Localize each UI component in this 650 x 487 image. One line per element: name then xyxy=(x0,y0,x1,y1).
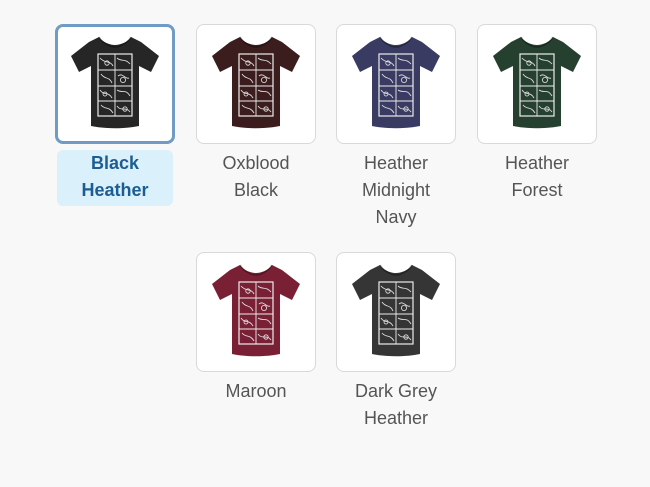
swatch-thumbnail[interactable] xyxy=(196,252,316,372)
swatch-black-heather[interactable]: Black Heather xyxy=(55,24,175,206)
swatch-thumbnail[interactable] xyxy=(196,24,316,144)
swatch-label: Maroon xyxy=(225,381,287,401)
tshirt-image xyxy=(197,256,315,368)
swatch-label: Heather Midnight Navy xyxy=(361,153,431,227)
swatch-heather-forest[interactable]: Heather Forest xyxy=(477,24,597,204)
swatch-thumbnail[interactable] xyxy=(336,24,456,144)
swatch-thumbnail[interactable] xyxy=(477,24,597,144)
color-swatch-grid: Black Heather Oxblood Black Heather Midn… xyxy=(0,0,650,487)
swatch-dark-grey-heather[interactable]: Dark Grey Heather xyxy=(336,252,456,432)
swatch-thumbnail[interactable] xyxy=(336,252,456,372)
swatch-oxblood-black[interactable]: Oxblood Black xyxy=(196,24,316,204)
swatch-label: Dark Grey Heather xyxy=(354,381,437,428)
swatch-thumbnail[interactable] xyxy=(55,24,175,144)
swatch-maroon[interactable]: Maroon xyxy=(196,252,316,405)
swatch-label: Black Heather xyxy=(57,150,173,206)
tshirt-image xyxy=(58,28,172,140)
tshirt-image xyxy=(337,256,455,368)
tshirt-image xyxy=(478,28,596,140)
tshirt-image xyxy=(337,28,455,140)
swatch-label: Oxblood Black xyxy=(222,153,290,200)
tshirt-image xyxy=(197,28,315,140)
swatch-heather-midnight-navy[interactable]: Heather Midnight Navy xyxy=(336,24,456,231)
swatch-label: Heather Forest xyxy=(504,153,570,200)
